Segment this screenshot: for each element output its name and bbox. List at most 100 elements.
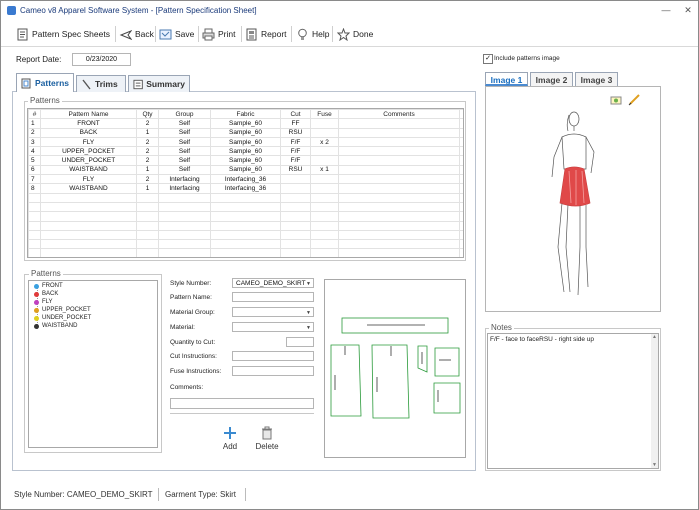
table-cell: 2 — [136, 118, 159, 129]
edit-pencil-icon[interactable] — [628, 93, 641, 106]
tree-item[interactable]: WAISTBAND — [34, 323, 77, 329]
table-row[interactable]: 8 WAISTBAND 1 Interfacing Interfacing_36 — [28, 183, 463, 194]
include-image-label: Include patterns image — [494, 55, 560, 62]
column-header[interactable]: Comments — [338, 109, 460, 120]
notes-scrollbar[interactable]: ▲ ▼ — [651, 334, 658, 468]
table-cell — [338, 118, 460, 129]
status-bar: Style Number: CAMEO_DEMO_SKIRT Garment T… — [1, 485, 698, 507]
fuse-instructions-label: Fuse Instructions: — [170, 368, 222, 375]
column-header[interactable]: Group — [158, 109, 211, 120]
minimize-button[interactable]: — — [661, 5, 671, 15]
patterns-group-title: Patterns — [28, 96, 62, 105]
report-date-field[interactable]: 0/23/2020 — [72, 53, 131, 66]
table-cell — [310, 211, 339, 222]
table-row[interactable]: 6 WAISTBAND 1 Self Sample_60 RSU x 1 — [28, 164, 463, 176]
style-number-select[interactable]: CAMEO_DEMO_SKIRT ▼ — [232, 278, 314, 288]
chevron-down-icon: ▼ — [306, 281, 311, 287]
table-cell — [136, 211, 159, 222]
tab-summary[interactable]: Summary — [128, 75, 190, 92]
column-header[interactable]: Pattern Name — [40, 109, 137, 120]
table-cell — [210, 229, 281, 241]
pattern-spec-sheets-button[interactable]: Pattern Spec Sheets — [16, 26, 110, 42]
tree-item[interactable]: UPPER_POCKET — [34, 307, 91, 313]
camera-icon[interactable] — [610, 94, 622, 106]
back-button[interactable]: Back — [119, 26, 154, 42]
front-piece — [330, 344, 362, 417]
notes-textarea[interactable]: F/F - face to faceRSU - right side up ▲ … — [487, 333, 659, 469]
table-cell — [338, 229, 460, 241]
table-row[interactable]: 2 BACK 1 Self Sample_60 RSU — [28, 127, 463, 138]
table-cell — [28, 211, 41, 222]
table-cell — [338, 183, 460, 194]
table-cell — [28, 220, 41, 231]
table-cell — [310, 183, 339, 194]
print-button[interactable]: Print — [202, 26, 235, 42]
scroll-down-icon[interactable]: ▼ — [651, 462, 658, 468]
scroll-up-icon[interactable]: ▲ — [651, 334, 658, 340]
table-cell: x 2 — [310, 136, 339, 148]
column-header[interactable]: Cut — [280, 109, 311, 120]
save-button[interactable]: Save — [159, 26, 194, 42]
table-cell — [280, 211, 311, 222]
tree-item[interactable]: FLY — [34, 299, 53, 305]
tree-item[interactable]: FRONT — [34, 283, 63, 289]
table-row[interactable]: 7 FLY 2 Interfacing Interfacing_36 — [28, 174, 463, 185]
back-label: Back — [135, 29, 154, 39]
image-tab-1[interactable]: Image 1 — [485, 72, 528, 86]
table-row-empty — [28, 192, 463, 203]
image-tab-2[interactable]: Image 2 — [530, 72, 573, 86]
pattern-name-label: Pattern Name: — [170, 294, 212, 301]
material-group-select[interactable]: ▼ — [232, 307, 314, 317]
waistband-piece — [341, 317, 449, 334]
table-cell: UNDER_POCKET — [40, 155, 137, 166]
comments-divider — [170, 413, 314, 414]
report-button[interactable]: Report — [245, 26, 287, 42]
comments-label: Comments: — [170, 384, 204, 391]
tab-patterns[interactable]: Patterns — [16, 73, 74, 92]
toolbar: Pattern Spec Sheets Back Save Print Repo… — [1, 22, 698, 47]
table-cell — [280, 192, 311, 203]
material-select[interactable]: ▼ — [232, 322, 314, 332]
table-cell: WAISTBAND — [40, 183, 137, 194]
cut-instructions-field[interactable] — [232, 351, 314, 361]
table-row[interactable]: 3 FLY 2 Self Sample_60 F/F x 2 — [28, 136, 463, 148]
column-header[interactable]: Fuse — [310, 109, 339, 120]
done-button[interactable]: Done — [337, 26, 373, 42]
tree-item[interactable]: BACK — [34, 291, 58, 297]
table-cell — [280, 220, 311, 231]
pattern-color-icon — [34, 307, 39, 313]
include-image-checkbox[interactable]: ✓ — [483, 54, 493, 64]
table-row[interactable]: 5 UNDER_POCKET 2 Self Sample_60 F/F — [28, 155, 463, 166]
tree-item[interactable]: UNDER_POCKET — [34, 315, 91, 321]
table-cell: x 1 — [310, 164, 339, 176]
table-row[interactable]: 1 FRONT 2 Self Sample_60 FF — [28, 118, 463, 129]
table-cell — [310, 155, 339, 166]
image-tab-3[interactable]: Image 3 — [575, 72, 618, 86]
status-garment-type: Garment Type: Skirt — [165, 490, 236, 499]
pattern-color-icon — [34, 291, 39, 297]
column-header[interactable]: Qty — [136, 109, 159, 120]
table-cell — [310, 229, 339, 241]
table-cell: Sample_60 — [210, 155, 281, 166]
comments-field[interactable] — [170, 398, 314, 409]
table-cell: 2 — [136, 174, 159, 185]
quantity-field[interactable] — [286, 337, 314, 347]
column-header[interactable]: # — [28, 109, 41, 120]
save-label: Save — [175, 29, 195, 39]
table-cell — [40, 201, 137, 213]
pattern-name-field[interactable] — [232, 292, 314, 302]
column-header[interactable]: Fabric — [210, 109, 281, 120]
table-cell — [459, 118, 463, 129]
fuse-instructions-field[interactable] — [232, 366, 314, 376]
table-cell — [338, 211, 460, 222]
tab-trims[interactable]: Trims — [76, 75, 126, 92]
toolbar-separator — [332, 26, 333, 42]
back-arrow-icon — [119, 29, 132, 40]
help-button[interactable]: Help — [296, 26, 329, 42]
add-button[interactable]: Add — [220, 426, 240, 456]
table-cell: FF — [280, 118, 311, 129]
delete-button[interactable]: Delete — [252, 426, 282, 456]
table-row[interactable]: 4 UPPER_POCKET 2 Self Sample_60 F/F — [28, 146, 463, 157]
table-cell — [158, 201, 211, 213]
close-button[interactable]: ✕ — [683, 5, 693, 15]
